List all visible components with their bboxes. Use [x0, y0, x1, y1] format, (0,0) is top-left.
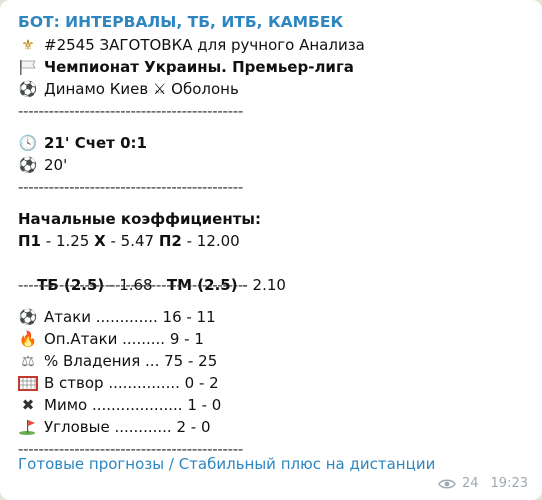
- golf-flag-icon: [19, 420, 35, 435]
- fleur-de-lis-icon: ⚜: [21, 36, 35, 54]
- stat-corners: Угловые ............ 2 - 0: [18, 416, 528, 438]
- message-meta: 24 19:23: [438, 475, 528, 493]
- stat-on-target: В створ ............... 0 - 2: [18, 372, 528, 394]
- league-line: Чемпионат Украины. Премьер-лига: [18, 56, 528, 78]
- forecasts-link[interactable]: Готовые прогнозы / Стабильный плюс на ди…: [18, 453, 435, 475]
- p2-value: - 12.00: [181, 232, 240, 250]
- clock-icon: 🕓: [18, 134, 38, 152]
- odds-1x2-line: П1 - 1.25 Х - 5.47 П2 - 12.00: [18, 230, 528, 252]
- stat-on-target-text: В створ ............... 0 - 2: [44, 374, 219, 392]
- x-label: Х: [94, 232, 106, 250]
- message-time: 19:23: [490, 476, 528, 491]
- minute2: 20': [44, 156, 68, 174]
- teams-line: ⚽ Динамо Киев ⚔ Оболонь: [18, 78, 528, 100]
- eye-icon: [438, 479, 456, 489]
- separator: ----------------------------------------…: [18, 102, 243, 120]
- tm-value: - 2.10: [237, 276, 286, 294]
- p2-label: П2: [158, 232, 182, 250]
- white-flag-icon: [20, 60, 36, 75]
- p1-value: - 1.25: [41, 232, 95, 250]
- soccer-ball-icon: ⚽: [18, 308, 38, 326]
- fire-icon: 🔥: [18, 330, 38, 348]
- header-text: #2545 ЗАГОТОВКА для ручного Анализа: [44, 36, 365, 54]
- separator: ----------------------------------------…: [18, 178, 243, 196]
- p1-label: П1: [18, 232, 41, 250]
- x-value: - 5.47: [105, 232, 159, 250]
- stat-attacks-text: Атаки ............. 16 - 11: [44, 308, 216, 326]
- league-name: Чемпионат Украины. Премьер-лига: [44, 58, 354, 76]
- stat-possession-text: % Владения ... 75 - 25: [44, 352, 218, 370]
- soccer-ball-icon: ⚽: [18, 80, 38, 98]
- cross-icon: ✖: [21, 396, 35, 414]
- scales-icon: ⚖: [21, 352, 35, 370]
- stat-possession: ⚖ % Владения ... 75 - 25: [18, 350, 528, 372]
- sender-name[interactable]: БОТ: ИНТЕРВАЛЫ, ТБ, ИТБ, КАМБЕК: [18, 10, 528, 34]
- stat-attacks: ⚽ Атаки ............. 16 - 11: [18, 306, 528, 328]
- stat-corners-text: Угловые ............ 2 - 0: [44, 418, 211, 436]
- views-count: 24: [461, 476, 479, 491]
- odds-totals-line: ТБ (2.5) - 1.68 ТМ (2.5) - 2.10: [18, 252, 528, 294]
- odds-title: Начальные коэффициенты:: [18, 210, 261, 228]
- teams-text: Динамо Киев ⚔ Оболонь: [44, 80, 239, 98]
- stat-off-target-text: Мимо ................... 1 - 0: [44, 396, 222, 414]
- stat-danger-attacks: 🔥 Оп.Атаки ......... 9 - 1: [18, 328, 528, 350]
- soccer-ball-icon: ⚽: [18, 156, 38, 174]
- minute-score: 21' Счет 0:1: [44, 134, 147, 152]
- stat-danger-attacks-text: Оп.Атаки ......... 9 - 1: [44, 330, 204, 348]
- message-bubble: БОТ: ИНТЕРВАЛЫ, ТБ, ИТБ, КАМБЕК ⚜ #2545 З…: [0, 0, 542, 500]
- stat-off-target: ✖ Мимо ................... 1 - 0: [18, 394, 528, 416]
- header-line: ⚜ #2545 ЗАГОТОВКА для ручного Анализа: [18, 34, 528, 56]
- minute-score-line: 🕓 21' Счет 0:1: [18, 132, 528, 154]
- minute2-line: ⚽ 20': [18, 154, 528, 176]
- goal-net-icon: [18, 376, 38, 391]
